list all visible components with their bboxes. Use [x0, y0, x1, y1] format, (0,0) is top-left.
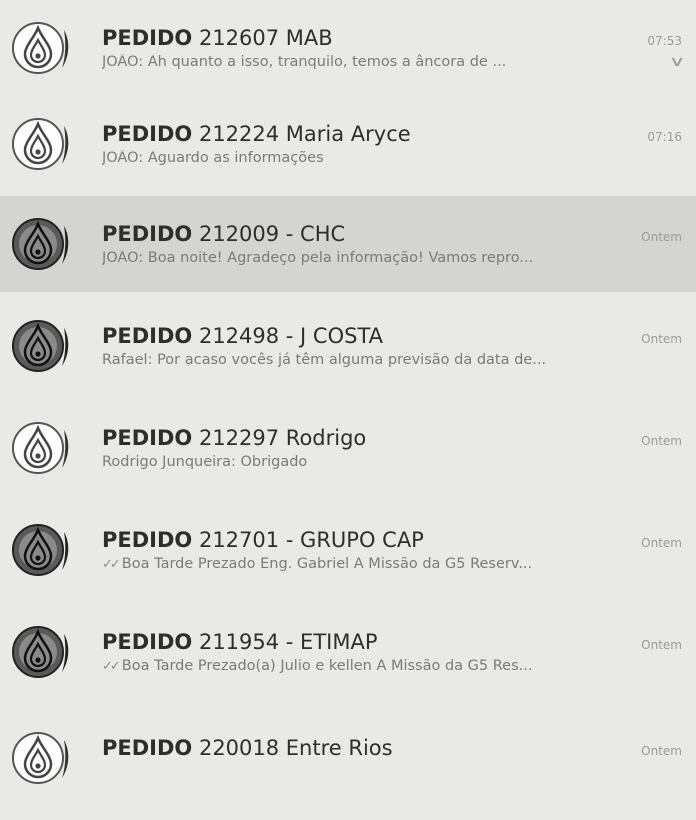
chat-item[interactable]: PEDIDO 212297 Rodrigo Ontem Rodrigo Junq…	[0, 400, 696, 496]
chat-title: PEDIDO 212224 Maria Aryce	[102, 122, 411, 146]
water-drop-logo-icon	[12, 626, 69, 678]
chat-preview: Rodrigo Junqueira: Obrigado	[102, 454, 308, 470]
chevron-down-icon[interactable]: ∨	[669, 54, 685, 70]
double-check-icon: ✓✓	[102, 556, 121, 572]
water-drop-logo-icon	[12, 422, 69, 474]
chat-item[interactable]: PEDIDO 212224 Maria Aryce 07:16 JOÃO: Ag…	[0, 96, 696, 192]
chat-time: Ontem	[641, 638, 682, 652]
chat-time: Ontem	[641, 230, 682, 244]
chat-preview: Boa Tarde Prezado Eng. Gabriel A Missão …	[121, 556, 533, 572]
chat-title: PEDIDO 212607 MAB	[102, 26, 333, 50]
chat-title: PEDIDO 212297 Rodrigo	[102, 426, 367, 450]
chat-item[interactable]: PEDIDO 211954 - ETIMAP Ontem ✓✓ Boa Tard…	[0, 604, 696, 700]
chat-time: Ontem	[641, 536, 682, 550]
chat-time: Ontem	[641, 744, 682, 758]
chat-title: PEDIDO 212498 - J COSTA	[102, 324, 384, 348]
chat-list: PEDIDO 212607 MAB 07:53 JOÃO: Ah quanto …	[0, 0, 696, 820]
avatar	[10, 416, 74, 480]
chat-title: PEDIDO 220018 Entre Rios	[102, 736, 393, 760]
chat-preview: JOÃO: Boa noite! Agradeço pela informaçã…	[102, 250, 534, 266]
avatar	[10, 16, 74, 80]
chat-item[interactable]: PEDIDO 220018 Entre Rios Ontem	[0, 708, 696, 820]
avatar	[10, 518, 74, 582]
double-check-icon: ✓✓	[102, 658, 121, 674]
water-drop-logo-icon	[12, 732, 69, 784]
chat-item[interactable]: PEDIDO 212607 MAB 07:53 JOÃO: Ah quanto …	[0, 0, 696, 96]
chat-time: 07:16	[647, 130, 682, 144]
chat-preview: JOÃO: Ah quanto a isso, tranquilo, temos…	[102, 54, 507, 70]
chat-item[interactable]: PEDIDO 212701 - GRUPO CAP Ontem ✓✓ Boa T…	[0, 502, 696, 598]
chat-title: PEDIDO 212009 - CHC	[102, 222, 346, 246]
chat-preview: JOÃO: Aguardo as informações	[102, 150, 324, 166]
chat-item[interactable]: PEDIDO 212498 - J COSTA Ontem Rafael: Po…	[0, 298, 696, 394]
water-drop-logo-icon	[12, 218, 69, 270]
chat-time: Ontem	[641, 332, 682, 346]
chat-preview: Boa Tarde Prezado(a) Julio e kellen A Mi…	[121, 658, 533, 674]
chat-time: Ontem	[641, 434, 682, 448]
chat-title: PEDIDO 211954 - ETIMAP	[102, 630, 378, 654]
avatar	[10, 112, 74, 176]
water-drop-logo-icon	[12, 22, 69, 74]
avatar	[10, 726, 74, 790]
water-drop-logo-icon	[12, 524, 69, 576]
chat-time: 07:53	[647, 34, 682, 48]
chat-preview: Rafael: Por acaso vocês já têm alguma pr…	[102, 352, 547, 368]
chat-title: PEDIDO 212701 - GRUPO CAP	[102, 528, 424, 552]
avatar	[10, 314, 74, 378]
water-drop-logo-icon	[12, 320, 69, 372]
water-drop-logo-icon	[12, 118, 69, 170]
avatar	[10, 212, 74, 276]
avatar	[10, 620, 74, 684]
chat-item[interactable]: PEDIDO 212009 - CHC Ontem JOÃO: Boa noit…	[0, 196, 696, 292]
